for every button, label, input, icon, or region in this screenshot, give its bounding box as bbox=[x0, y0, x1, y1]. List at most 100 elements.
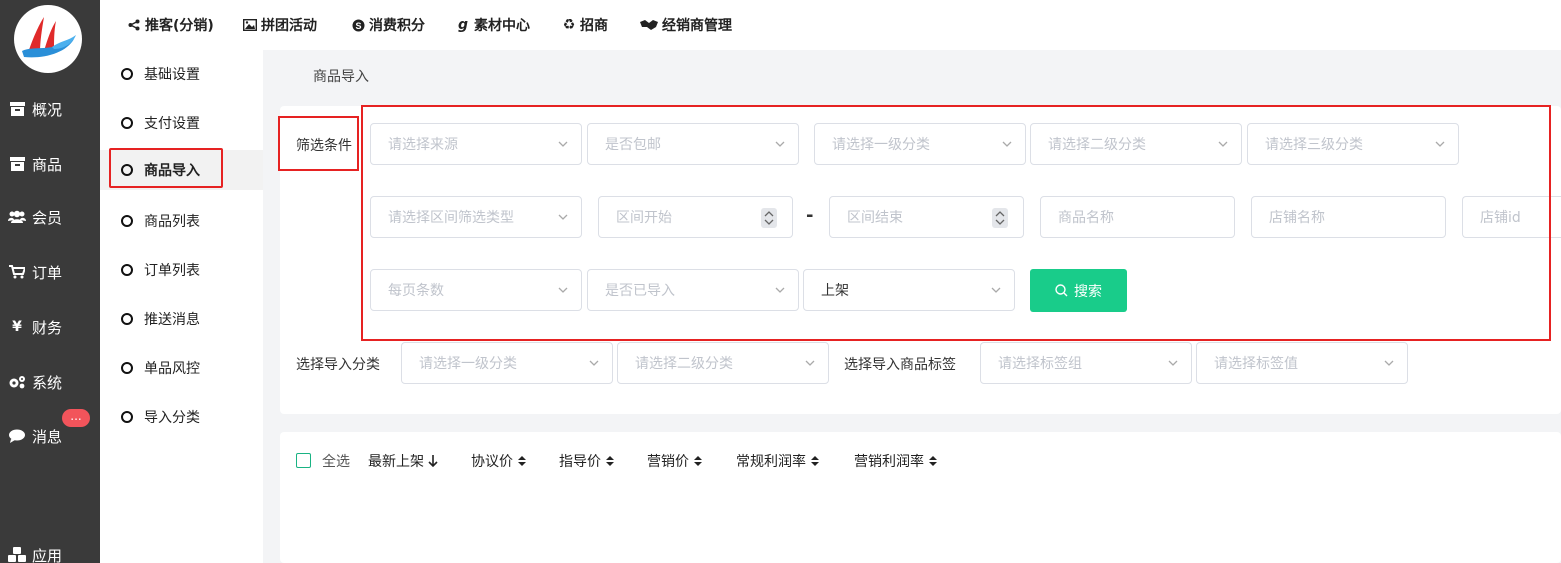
sidebar-item-label: 系统 bbox=[32, 373, 63, 392]
archive-icon bbox=[8, 102, 26, 116]
topnav-item-label: 推客(分销) bbox=[145, 18, 214, 34]
circle-icon bbox=[121, 117, 133, 129]
svg-text:S: S bbox=[355, 21, 361, 31]
select-placeholder: 请选择二级分类 bbox=[635, 356, 733, 372]
submenu-item-payment-settings[interactable]: 支付设置 bbox=[100, 103, 263, 143]
image-icon bbox=[243, 18, 257, 32]
highlight-box-active-menu bbox=[109, 148, 223, 188]
chevron-down-icon bbox=[1168, 360, 1178, 366]
chat-icon bbox=[8, 429, 26, 443]
submenu-item-risk-control[interactable]: 单品风控 bbox=[100, 348, 263, 388]
gplus-icon: g bbox=[457, 17, 469, 33]
topnav-item-materials[interactable]: g 素材中心 bbox=[456, 14, 530, 36]
chevron-down-icon bbox=[805, 360, 815, 366]
chevron-down-icon bbox=[589, 360, 599, 366]
sort-label: 常规利润率 bbox=[736, 454, 806, 470]
topnav-item-group-buy[interactable]: 拼团活动 bbox=[243, 14, 317, 36]
sort-guide-price[interactable]: 指导价 bbox=[559, 451, 615, 471]
import-tag-label: 选择导入商品标签 bbox=[844, 357, 956, 373]
sidebar-item-label: 财务 bbox=[32, 318, 63, 337]
sidebar-item-members[interactable]: 会员 bbox=[0, 202, 100, 232]
sidebar-item-label: 商品 bbox=[32, 155, 63, 174]
topnav-item-merchant[interactable]: ♻ 招商 bbox=[562, 14, 608, 36]
circle-icon bbox=[121, 215, 133, 227]
topnav-item-label: 招商 bbox=[580, 18, 608, 34]
tag-group-select[interactable]: 请选择标签组 bbox=[980, 342, 1192, 384]
apps-icon bbox=[8, 547, 26, 563]
sub-menu: 基础设置 支付设置 商品导入 商品列表 订单列表 推送消息 单品风控 导入分类 bbox=[100, 50, 263, 563]
brand-logo[interactable] bbox=[14, 5, 82, 73]
skype-icon: S bbox=[351, 18, 365, 32]
import-category2-select[interactable]: 请选择二级分类 bbox=[617, 342, 829, 384]
submenu-item-basic-settings[interactable]: 基础设置 bbox=[100, 54, 263, 94]
sidebar-item-system[interactable]: 系统 bbox=[0, 367, 100, 397]
topnav-item-points[interactable]: S 消费积分 bbox=[351, 14, 425, 36]
sidebar-item-messages[interactable]: 消息 bbox=[0, 421, 100, 451]
sort-icon bbox=[605, 454, 615, 468]
select-all-checkbox[interactable] bbox=[296, 453, 311, 468]
sort-icon bbox=[693, 454, 703, 468]
submenu-item-order-list[interactable]: 订单列表 bbox=[100, 250, 263, 290]
sidebar-item-apps[interactable]: 应用 bbox=[0, 540, 100, 563]
sort-label: 最新上架 bbox=[368, 454, 424, 470]
submenu-item-push-messages[interactable]: 推送消息 bbox=[100, 299, 263, 339]
main-sidebar: 概况 商品 会员 订单 ¥ 财务 系统 ... 消息 应用 bbox=[0, 0, 100, 563]
submenu-item-label: 推送消息 bbox=[144, 312, 200, 328]
sort-label: 营销价 bbox=[647, 454, 689, 470]
topnav-item-distribution[interactable]: 推客(分销) bbox=[127, 14, 214, 36]
tag-value-select[interactable]: 请选择标签值 bbox=[1196, 342, 1408, 384]
sort-label: 协议价 bbox=[471, 454, 513, 470]
topnav-item-label: 经销商管理 bbox=[662, 18, 732, 34]
submenu-item-label: 商品列表 bbox=[144, 214, 200, 230]
circle-icon bbox=[121, 411, 133, 423]
sidebar-item-orders[interactable]: 订单 bbox=[0, 257, 100, 287]
box-icon bbox=[8, 157, 26, 171]
sort-icon bbox=[517, 454, 527, 468]
select-placeholder: 请选择标签值 bbox=[1214, 356, 1298, 372]
sidebar-item-finance[interactable]: ¥ 财务 bbox=[0, 312, 100, 342]
select-all-label: 全选 bbox=[322, 454, 350, 470]
sort-agreement-price[interactable]: 协议价 bbox=[471, 451, 527, 471]
submenu-item-product-list[interactable]: 商品列表 bbox=[100, 201, 263, 241]
sort-marketing-price[interactable]: 营销价 bbox=[647, 451, 703, 471]
circle-icon bbox=[121, 313, 133, 325]
circle-icon bbox=[121, 362, 133, 374]
sort-icon bbox=[928, 454, 938, 468]
sidebar-item-label: 订单 bbox=[32, 263, 63, 282]
topnav-item-label: 素材中心 bbox=[474, 18, 530, 34]
highlight-box-filter-label bbox=[278, 116, 359, 171]
circle-icon bbox=[121, 264, 133, 276]
recycle-icon: ♻ bbox=[562, 17, 576, 33]
handshake-icon bbox=[640, 18, 658, 32]
highlight-box-filters bbox=[361, 105, 1551, 341]
chevron-down-icon bbox=[1384, 360, 1394, 366]
sidebar-item-label: 概况 bbox=[32, 100, 63, 119]
breadcrumb: 商品导入 bbox=[313, 69, 369, 85]
sidebar-item-products[interactable]: 商品 bbox=[0, 149, 100, 179]
sidebar-item-label: 会员 bbox=[32, 208, 63, 227]
submenu-item-import-category[interactable]: 导入分类 bbox=[100, 397, 263, 437]
submenu-item-label: 支付设置 bbox=[144, 116, 200, 132]
gears-icon bbox=[8, 375, 26, 389]
select-placeholder: 请选择一级分类 bbox=[419, 356, 517, 372]
topnav-item-label: 拼团活动 bbox=[261, 18, 317, 34]
sort-label: 指导价 bbox=[559, 454, 601, 470]
submenu-item-label: 导入分类 bbox=[144, 410, 200, 426]
yen-icon: ¥ bbox=[12, 319, 22, 335]
select-placeholder: 请选择标签组 bbox=[998, 356, 1082, 372]
top-navigation: 推客(分销) 拼团活动 S 消费积分 g 素材中心 ♻ 招商 经销商管理 bbox=[100, 0, 1561, 50]
sort-marketing-margin[interactable]: 营销利润率 bbox=[854, 451, 938, 471]
sort-latest[interactable]: 最新上架 bbox=[368, 451, 438, 471]
sidebar-item-overview[interactable]: 概况 bbox=[0, 94, 100, 124]
circle-icon bbox=[121, 68, 133, 80]
topnav-item-dealers[interactable]: 经销商管理 bbox=[640, 14, 732, 36]
sidebar-item-label: 应用 bbox=[32, 546, 63, 563]
arrow-down-icon bbox=[428, 454, 438, 468]
cart-icon bbox=[8, 265, 26, 279]
sort-regular-margin[interactable]: 常规利润率 bbox=[736, 451, 820, 471]
import-category-label: 选择导入分类 bbox=[296, 357, 380, 373]
submenu-item-label: 基础设置 bbox=[144, 67, 200, 83]
import-category1-select[interactable]: 请选择一级分类 bbox=[401, 342, 613, 384]
share-icon bbox=[127, 18, 141, 32]
submenu-item-label: 单品风控 bbox=[144, 361, 200, 377]
